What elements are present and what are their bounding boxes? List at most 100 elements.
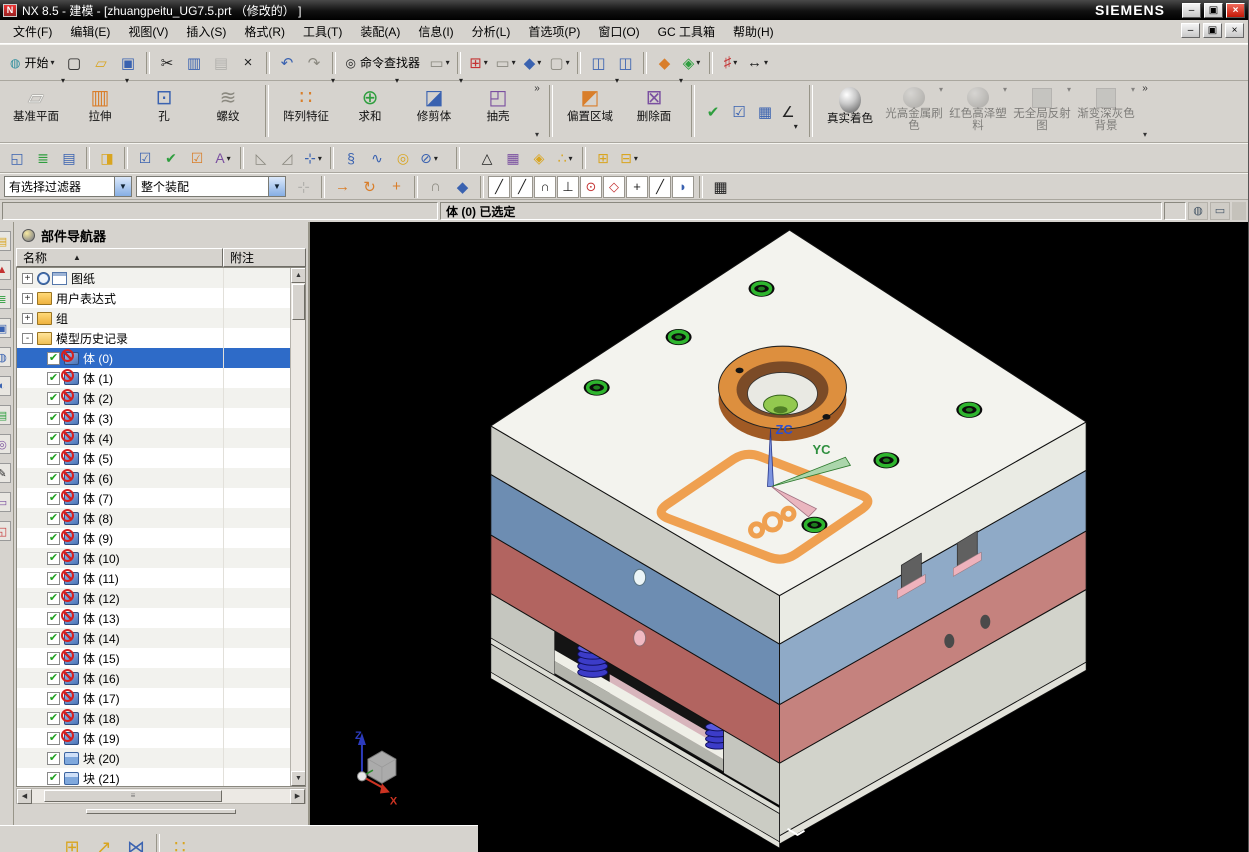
history-tab[interactable]: ◐ [0,376,11,396]
spreadsheet-button[interactable]: ▦ [752,83,778,141]
snap-orient-button[interactable]: → [329,174,356,200]
coil-button[interactable]: § [338,146,364,170]
pole-snap-toggle[interactable]: ⊥ [557,175,579,198]
box-standard-button[interactable]: ⊞ [590,146,616,170]
assembly-navigator-tab[interactable]: ▤ [0,231,11,251]
show-hide-dropdown[interactable]: ◈ [678,50,705,76]
graphics-canvas[interactable]: ZC YC Z X [310,222,1248,852]
offset-region-button[interactable]: ◩ 偏置区域 [558,83,622,141]
tree-vertical-scrollbar[interactable]: ▲ ▼ [290,268,305,786]
tree-checkbox[interactable]: ✔ [47,671,60,685]
selection-filter-dropdown[interactable]: 有选择过滤器 ▼ [4,176,132,197]
tree-item-body-9[interactable]: ✔ 体 (9) [17,528,290,548]
tree-item-body-7[interactable]: ✔ 体 (7) [17,488,290,508]
tree-checkbox[interactable]: ✔ [47,751,60,765]
deselect-button[interactable]: ⊹ [290,174,317,200]
tree-item-body-19[interactable]: ✔ 体 (19) [17,728,290,748]
start-button[interactable]: ◍ 开始 [4,50,61,76]
minimize-button[interactable]: – [1182,2,1201,18]
selection-scope-dropdown[interactable]: 整个装配 ▼ [136,176,286,197]
orient-view-button[interactable]: ∠ [778,83,804,141]
solid-cube-button[interactable]: ◆ [449,174,476,200]
doc-restore-button[interactable]: ▣ [1203,23,1222,38]
command-finder-button[interactable]: ◎ 命令查找器 [340,50,427,76]
fit-view-button[interactable]: ⊞ [465,50,492,76]
doc-minimize-button[interactable]: – [1181,23,1200,38]
tree-checkbox[interactable]: ✔ [47,571,60,585]
tree-checkbox[interactable]: ✔ [47,611,60,625]
tree-branch-model-history[interactable]: - 模型历史记录 [17,328,290,348]
triangle-mesh-button[interactable]: △ [474,146,500,170]
tree-checkbox[interactable]: ✔ [47,431,60,445]
redo-button[interactable]: ↷ [301,50,328,76]
tree-item-body-11[interactable]: ✔ 体 (11) [17,568,290,588]
tree-branch-user-expressions[interactable]: + 用户表达式 [17,288,290,308]
tree-branch-groups[interactable]: + 组 [17,308,290,328]
background-button[interactable]: ▢ [546,50,573,76]
tree-item-body-5[interactable]: ✔ 体 (5) [17,448,290,468]
monitor-icon[interactable]: ▭ [1210,202,1230,220]
metal-brush-button[interactable]: 光高金属刷色 [882,83,946,141]
delete-button[interactable]: × [235,50,262,76]
web-browser-tab[interactable]: ◍ [0,347,11,367]
save-button[interactable]: ▣ [115,50,142,76]
tree-item-body-4[interactable]: ✔ 体 (4) [17,428,290,448]
tree-item-body-2[interactable]: ✔ 体 (2) [17,388,290,408]
quadrant-snap-toggle[interactable]: ◇ [603,175,625,198]
move-component-button[interactable]: ↗ [88,834,120,852]
tree-item-body-16[interactable]: ✔ 体 (16) [17,668,290,688]
system-materials-tab[interactable]: ▤ [0,405,11,425]
tree-item-body-3[interactable]: ✔ 体 (3) [17,408,290,428]
doc-close-button[interactable]: × [1225,23,1244,38]
shaded-view-button[interactable]: ◆ [519,50,546,76]
measure-button[interactable]: ↔ [744,50,771,76]
bom-table-button[interactable]: ▦ [500,146,526,170]
scroll-right-icon[interactable]: ▶ [290,788,305,804]
unite-button[interactable]: ⊕ 求和 [338,83,402,141]
point-on-face-snap-toggle[interactable]: ◗ [672,175,694,198]
scrollbar-thumb[interactable] [292,284,305,320]
menu-information[interactable]: 信息(I) [409,20,462,43]
tree-checkbox[interactable]: ✔ [47,591,60,605]
dropdown-arrow-icon[interactable]: ▼ [114,177,131,196]
tree-checkbox[interactable]: ✔ [47,651,60,665]
midpoint-snap-toggle[interactable]: ╱ [511,175,533,198]
open-button[interactable]: ▱ [88,50,115,76]
tree-expander[interactable]: + [22,272,33,284]
no-reflection-button[interactable]: 无全局反射图 [1010,83,1074,141]
tree-item-body-0[interactable]: ✔ 体 (0) [17,348,290,368]
tree-checkbox[interactable]: ✔ [47,691,60,705]
tree-item-body-18[interactable]: ✔ 体 (18) [17,708,290,728]
window-zone-button[interactable]: ◱ [4,146,30,170]
red-plastic-button[interactable]: 红色高泽塑料 [946,83,1010,141]
snap-rotate-button[interactable]: ↻ [356,174,383,200]
tree-expander[interactable]: + [22,292,33,304]
mirror-assembly-button[interactable]: ⋈ [120,834,152,852]
add-component-button[interactable]: ⊞ [56,834,88,852]
hole-series-button[interactable]: ∴ [552,146,578,170]
layer-settings-button[interactable]: ▤ [56,146,82,170]
restore-button[interactable]: ▣ [1204,2,1223,18]
layer-visible-button[interactable]: ≣ [30,146,56,170]
requirement-check-button[interactable]: ☑ [184,146,210,170]
tree-expander[interactable]: + [22,312,33,324]
tree-item-body-1[interactable]: ✔ 体 (1) [17,368,290,388]
gradient-background-button[interactable]: 渐变深灰色背景 [1074,83,1138,141]
tree-checkbox[interactable]: ✔ [47,551,60,565]
center-snap-toggle[interactable]: ⊙ [580,175,602,198]
tree-item-body-6[interactable]: ✔ 体 (6) [17,468,290,488]
splitter-grip[interactable] [86,808,236,814]
tree-item-body-8[interactable]: ✔ 体 (8) [17,508,290,528]
tree-checkbox[interactable]: ✔ [47,391,60,405]
dropdown-arrow-icon[interactable]: ▼ [268,177,285,196]
tree-item-body-12[interactable]: ✔ 体 (12) [17,588,290,608]
touch-explorer-tab[interactable]: ▭ [0,492,11,512]
performance-icon[interactable]: ◍ [1188,202,1208,220]
tree-checkbox[interactable]: ✔ [47,371,60,385]
menu-preferences[interactable]: 首选项(P) [519,20,589,43]
menu-analysis[interactable]: 分析(L) [463,20,520,43]
edit-object-display-button[interactable]: ◆ [651,50,678,76]
reuse-library-tab[interactable]: ▣ [0,318,11,338]
menu-assemblies[interactable]: 装配(A) [351,20,409,43]
column-header-name[interactable]: 名称 ▲ [16,248,223,267]
